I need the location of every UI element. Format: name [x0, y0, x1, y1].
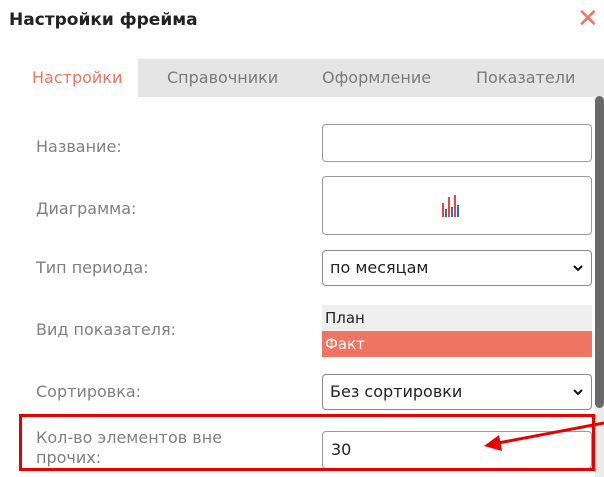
indicator-type-list[interactable]: План Факт [322, 305, 592, 357]
period-type-label: Тип периода: [36, 258, 149, 277]
tab-indicators[interactable]: Показатели [476, 59, 575, 97]
sort-select[interactable]: Без сортировки [322, 374, 592, 410]
list-item[interactable]: Факт [322, 331, 592, 357]
period-type-value: по месяцам [330, 258, 429, 277]
list-item[interactable]: План [322, 305, 592, 331]
sort-label: Сортировка: [36, 382, 142, 401]
chevron-down-icon [573, 389, 583, 396]
scrollbar-thumb[interactable] [595, 96, 604, 408]
tab-directories[interactable]: Справочники [167, 59, 278, 97]
indicator-type-label: Вид показателя: [36, 320, 176, 339]
chart-label: Диаграмма: [36, 199, 137, 218]
sort-value: Без сортировки [330, 382, 463, 401]
close-icon[interactable]: ✕ [577, 6, 599, 32]
frame-settings-dialog: Настройки фрейма ✕ Настройки Справочники… [0, 0, 604, 477]
highlight-box [19, 414, 595, 471]
tab-design[interactable]: Оформление [322, 59, 431, 97]
period-type-select[interactable]: по месяцам [322, 250, 592, 286]
name-input[interactable] [322, 124, 592, 162]
name-label: Название: [36, 137, 122, 156]
tab-settings[interactable]: Настройки [14, 59, 139, 97]
chevron-down-icon [573, 265, 583, 272]
bar-chart-icon [442, 195, 459, 217]
dialog-title: Настройки фрейма [9, 10, 198, 30]
chart-picker[interactable] [322, 176, 592, 235]
